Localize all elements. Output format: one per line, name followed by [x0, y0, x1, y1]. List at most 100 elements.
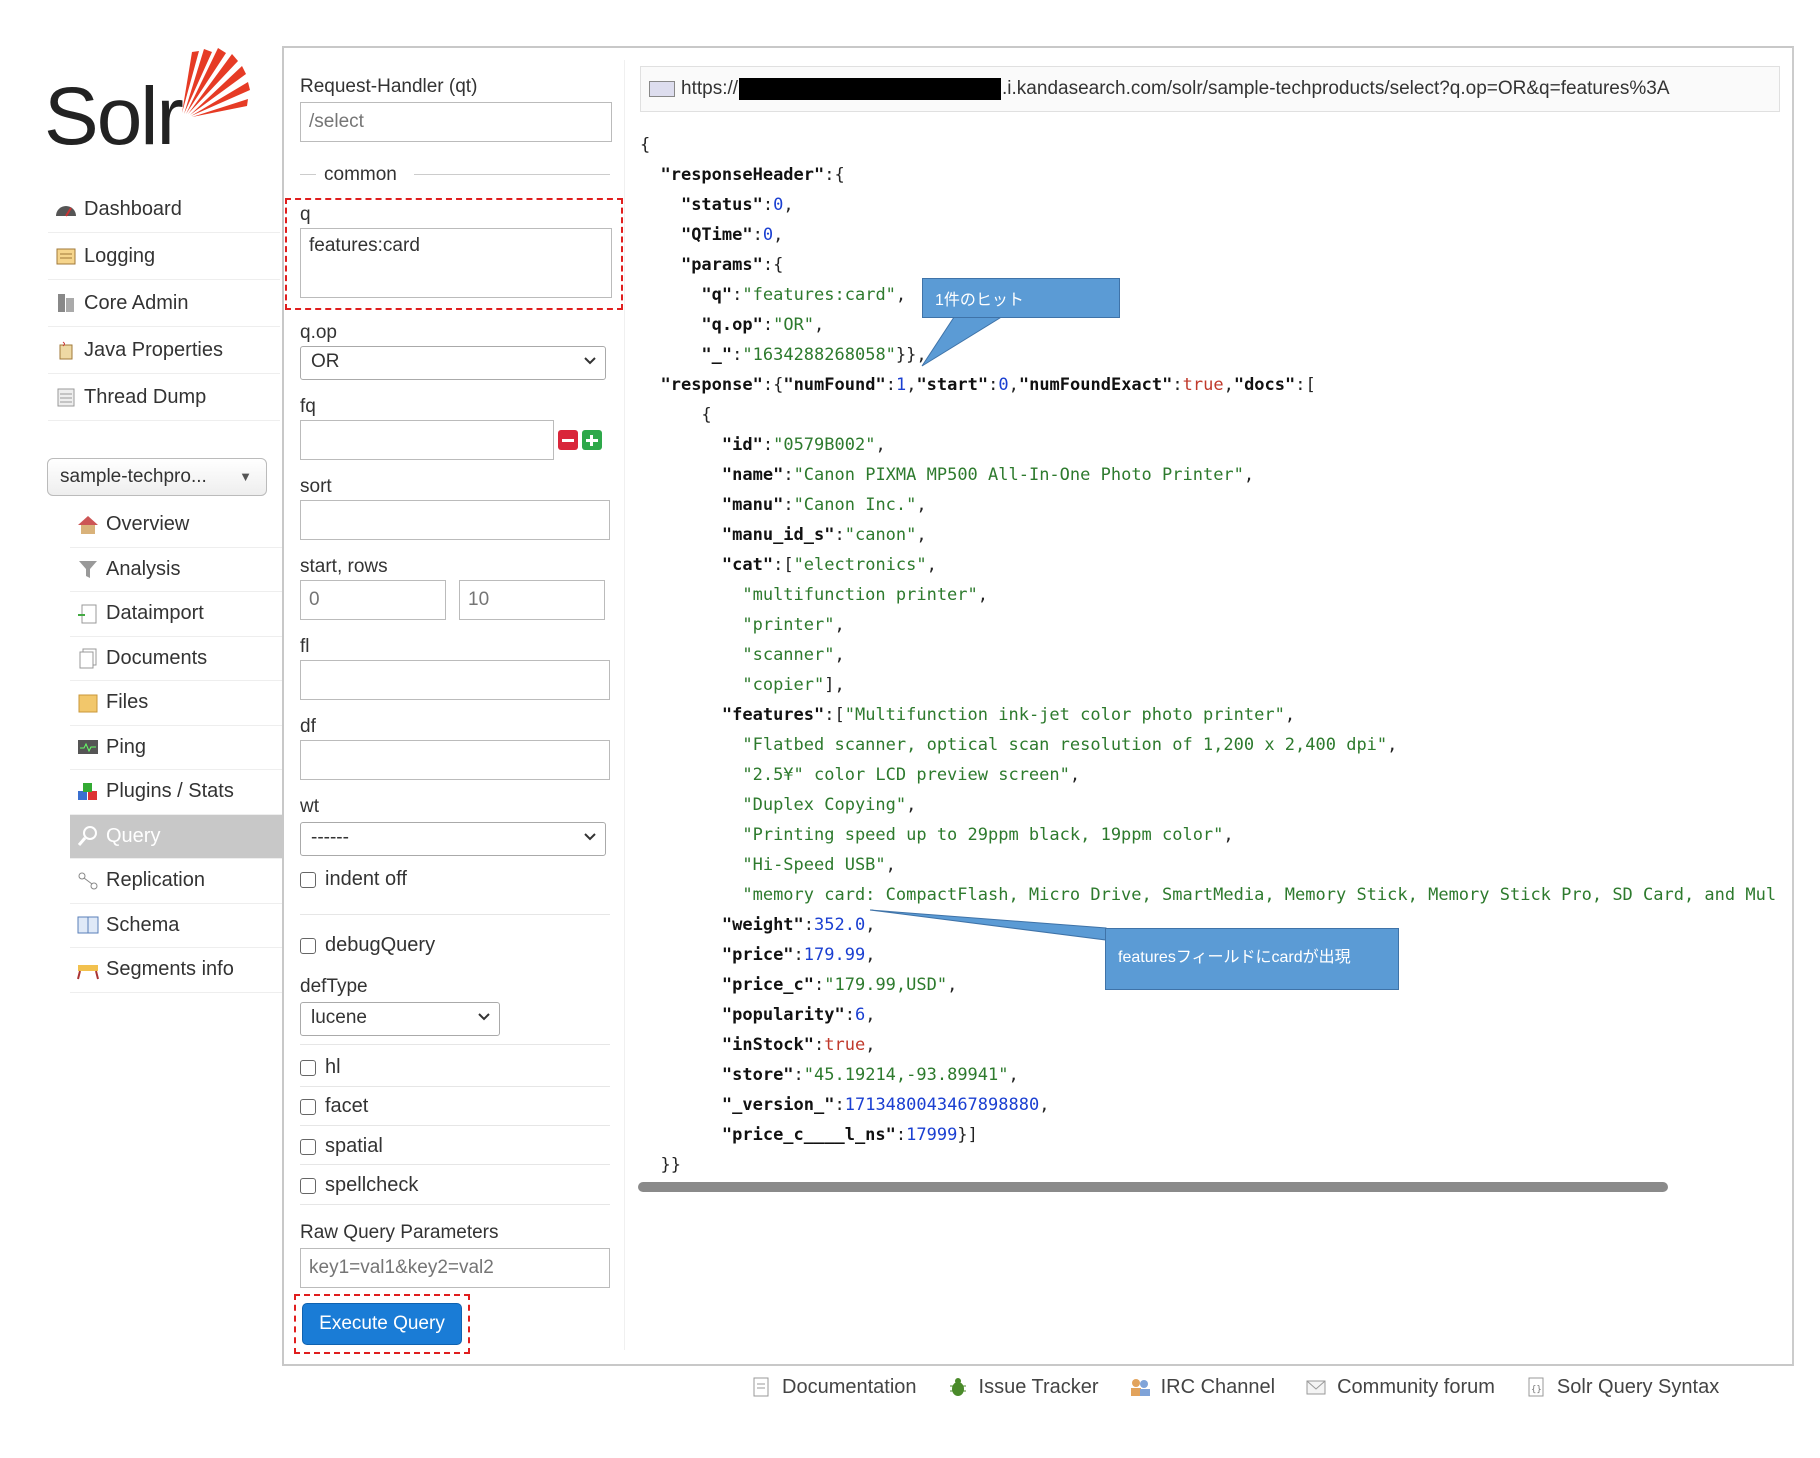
documents-icon: [76, 647, 100, 669]
rows-input[interactable]: [459, 580, 605, 620]
json-token: "manu_id_s": [721, 525, 835, 545]
json-token: "printer": [742, 615, 835, 635]
indent-checkbox[interactable]: indent off: [300, 868, 407, 891]
doc-icon: [750, 1376, 772, 1398]
footer: Documentation Issue Tracker IRC Channel …: [750, 1372, 1749, 1402]
raw-params-input[interactable]: [300, 1248, 610, 1288]
json-token: "Multifunction ink-jet color photo print…: [844, 705, 1285, 725]
json-token: ,: [977, 585, 989, 605]
json-token: :: [793, 1065, 804, 1085]
json-line: "printer",: [640, 610, 844, 640]
hl-checkbox[interactable]: hl: [300, 1056, 341, 1079]
wt-select[interactable]: ------: [300, 822, 606, 856]
remove-fq-button[interactable]: [558, 430, 578, 450]
df-input[interactable]: [300, 740, 610, 780]
footer-community-link[interactable]: Community forum: [1305, 1376, 1495, 1399]
nav-label: Query: [106, 824, 161, 847]
response-url: https:// .i.kandasearch.com/solr/sample-t…: [681, 77, 1670, 100]
json-line: "responseHeader":{: [640, 160, 844, 190]
json-token: :: [783, 495, 794, 515]
qop-select[interactable]: OR: [300, 346, 606, 380]
url-suffix: .i.kandasearch.com/solr/sample-techprodu…: [1002, 78, 1670, 99]
json-line: "Printing speed up to 29ppm black, 19ppm…: [640, 820, 1233, 850]
footer-documentation-link[interactable]: Documentation: [750, 1376, 917, 1399]
deftype-select[interactable]: lucene: [300, 1002, 500, 1036]
core-nav-overview[interactable]: Overview: [70, 503, 282, 548]
nav-core-admin[interactable]: Core Admin: [48, 280, 280, 327]
spellcheck-checkbox[interactable]: spellcheck: [300, 1174, 418, 1197]
json-token: "Hi-Speed USB": [742, 855, 886, 875]
json-line: "q.op":"OR",: [640, 310, 824, 340]
indent-label: indent off: [325, 868, 407, 890]
start-input[interactable]: [300, 580, 446, 620]
dataimport-icon: [76, 603, 100, 625]
core-nav-schema[interactable]: Schema: [70, 904, 282, 948]
footer-query-syntax-link[interactable]: {} Solr Query Syntax: [1525, 1376, 1719, 1399]
core-nav-plugins[interactable]: Plugins / Stats: [70, 770, 282, 815]
core-nav-segments[interactable]: Segments info: [70, 948, 282, 993]
json-token: ,: [895, 285, 907, 305]
spatial-checkbox[interactable]: spatial: [300, 1135, 383, 1158]
core-nav-replication[interactable]: Replication: [70, 859, 282, 904]
nav-label: Core Admin: [84, 291, 189, 314]
debugquery-checkbox[interactable]: debugQuery: [300, 934, 435, 957]
core-nav-analysis[interactable]: Analysis: [70, 548, 282, 592]
add-fq-button[interactable]: [582, 430, 602, 450]
solr-logo[interactable]: Solr: [44, 44, 254, 162]
callout-pointer: [869, 909, 1107, 941]
json-token: :: [814, 975, 825, 995]
execute-highlight-box: [294, 1294, 470, 1354]
core-nav-query[interactable]: Query: [70, 814, 282, 859]
json-token: "Duplex Copying": [742, 795, 907, 815]
core-nav-dataimport[interactable]: Dataimport: [70, 592, 282, 637]
json-line: "scanner",: [640, 640, 845, 670]
footer-irc-link[interactable]: IRC Channel: [1129, 1376, 1275, 1399]
nav-thread-dump[interactable]: Thread Dump: [48, 374, 280, 421]
core-nav-ping[interactable]: Ping: [70, 726, 282, 770]
json-token: ,: [1008, 375, 1019, 395]
fl-input[interactable]: [300, 660, 610, 700]
json-token: "scanner": [742, 645, 835, 665]
nav-dashboard[interactable]: Dashboard: [48, 186, 280, 233]
common-divider-right: [414, 174, 610, 175]
nav-label: Dashboard: [84, 197, 182, 220]
nav-label: Thread Dump: [84, 385, 207, 408]
json-token: ,: [947, 975, 958, 995]
checkbox-box: [300, 1059, 316, 1076]
fq-input[interactable]: [300, 420, 554, 460]
divider: [300, 914, 610, 915]
qt-input[interactable]: [300, 102, 612, 142]
checkbox-box: [300, 871, 316, 888]
fl-label: fl: [300, 636, 310, 657]
horizontal-scrollbar[interactable]: [638, 1182, 1668, 1192]
panel-divider: [624, 60, 625, 1350]
json-token: :[: [824, 705, 845, 725]
json-token: ,: [926, 555, 937, 575]
json-token: "id": [721, 435, 763, 455]
divider: [300, 1125, 610, 1126]
json-token: ,: [834, 645, 845, 665]
json-token: "45.19214,-93.89941": [803, 1065, 1009, 1085]
core-nav-files[interactable]: Files: [70, 681, 282, 726]
facet-checkbox[interactable]: facet: [300, 1095, 368, 1118]
nav-java-properties[interactable]: Java Properties: [48, 327, 280, 374]
core-nav-documents[interactable]: Documents: [70, 637, 282, 681]
json-token: ,: [906, 375, 917, 395]
json-token: "_version_": [721, 1095, 835, 1115]
json-token: "inStock": [721, 1035, 815, 1055]
response-url-link[interactable]: https:// .i.kandasearch.com/solr/sample-t…: [640, 66, 1780, 112]
chevron-down-icon: [584, 833, 596, 841]
start-rows-label: start, rows: [300, 556, 388, 577]
nav-logging[interactable]: Logging: [48, 233, 280, 280]
footer-issue-tracker-link[interactable]: Issue Tracker: [947, 1376, 1099, 1399]
core-selector[interactable]: sample-techpro... ▼: [47, 458, 267, 496]
solr-sun-icon: [182, 48, 250, 117]
sort-input[interactable]: [300, 500, 610, 540]
